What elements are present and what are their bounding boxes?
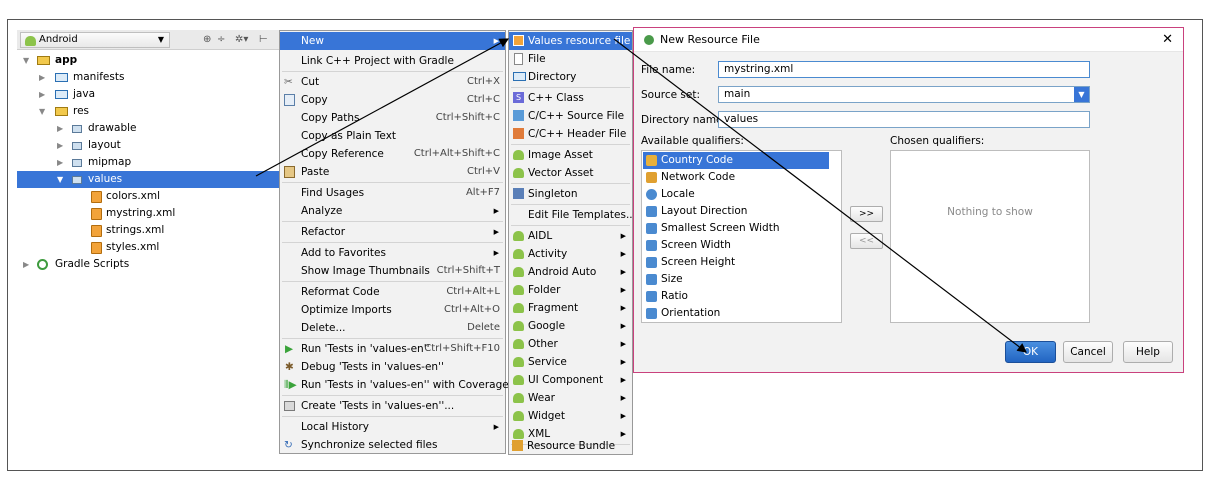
arrow-values-to-submenu — [255, 38, 510, 177]
annotation-arrows — [255, 38, 1027, 353]
arrow-submenu-to-ok — [613, 38, 1027, 353]
